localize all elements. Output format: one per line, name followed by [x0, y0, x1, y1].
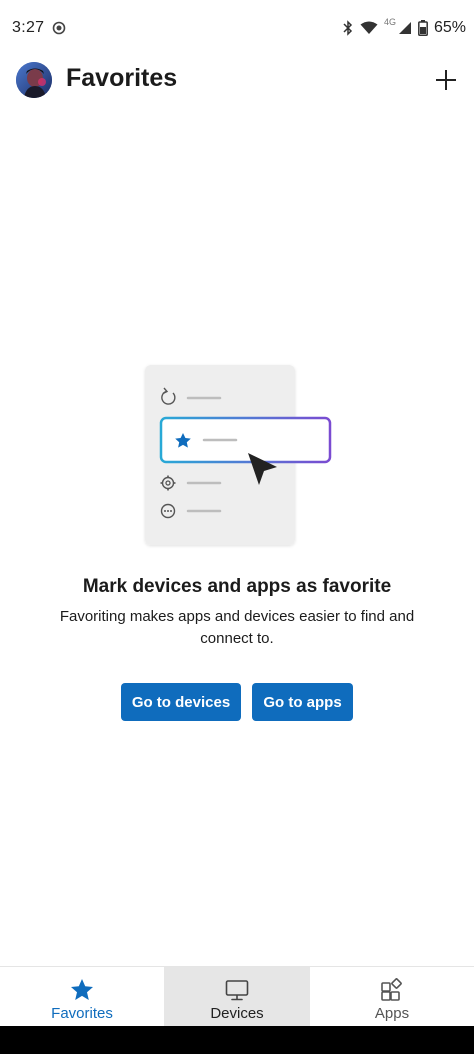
- status-bar: 3:27 4G 65%: [0, 0, 474, 56]
- status-time: 3:27: [12, 19, 45, 36]
- tab-apps-label: Apps: [374, 1005, 410, 1022]
- apps-grid-icon: [381, 978, 402, 1001]
- tab-favorites-label: Favorites: [51, 1005, 113, 1022]
- tab-devices[interactable]: Devices: [164, 967, 310, 1027]
- avatar[interactable]: [16, 62, 52, 98]
- battery-percentage: 65%: [433, 19, 466, 36]
- tab-favorites[interactable]: Favorites: [0, 967, 164, 1027]
- favorites-screen: 3:27 4G 65% Favorites Mark devices and a…: [0, 0, 474, 1054]
- screen-record-icon: [52, 21, 66, 35]
- page-title: Favorites: [66, 64, 178, 92]
- empty-state-description: Favoriting makes apps and devices easier…: [59, 608, 415, 647]
- tab-apps[interactable]: Apps: [310, 967, 474, 1027]
- monitor-icon: [225, 980, 249, 1001]
- go-to-devices-button[interactable]: Go to devices: [121, 683, 241, 721]
- network-type-label: 4G: [383, 17, 396, 27]
- favorites-illustration: [145, 365, 332, 545]
- app-header: Favorites: [0, 56, 474, 106]
- cell-signal-icon: [398, 22, 411, 34]
- star-icon: [71, 979, 93, 1000]
- avatar-image: [16, 62, 52, 98]
- tab-devices-label: Devices: [210, 1005, 264, 1022]
- system-navigation-bar: [0, 1026, 474, 1054]
- go-to-apps-button[interactable]: Go to apps: [252, 683, 353, 721]
- bottom-nav: Favorites Devices Apps: [0, 966, 474, 1027]
- wifi-icon: [360, 21, 378, 34]
- battery-icon: [418, 20, 428, 36]
- empty-state-title: Mark devices and apps as favorite: [82, 576, 392, 597]
- status-icons: 4G 65%: [342, 17, 466, 38]
- add-button[interactable]: [432, 66, 460, 94]
- plus-icon: [436, 70, 456, 90]
- bluetooth-icon: [343, 20, 353, 36]
